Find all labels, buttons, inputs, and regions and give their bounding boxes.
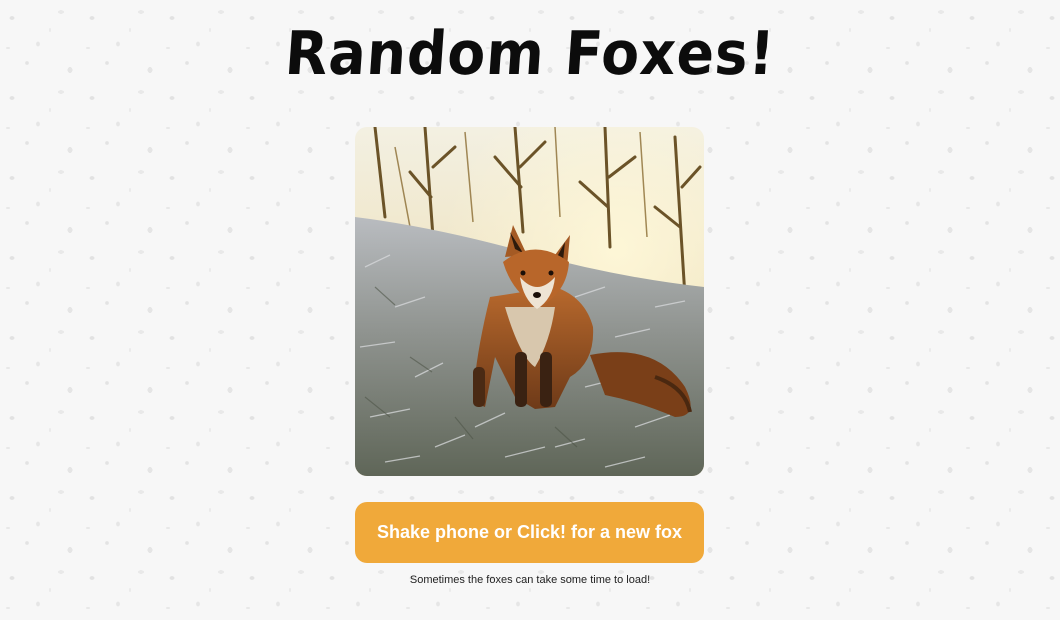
- new-fox-button[interactable]: Shake phone or Click! for a new fox: [355, 502, 704, 563]
- fox-image: [355, 127, 704, 476]
- fox-photo-illustration: [355, 127, 704, 476]
- loading-note: Sometimes the foxes can take some time t…: [409, 574, 651, 586]
- page-header: Random Foxes!: [0, 16, 1060, 92]
- page-title: Random Foxes!: [282, 19, 778, 89]
